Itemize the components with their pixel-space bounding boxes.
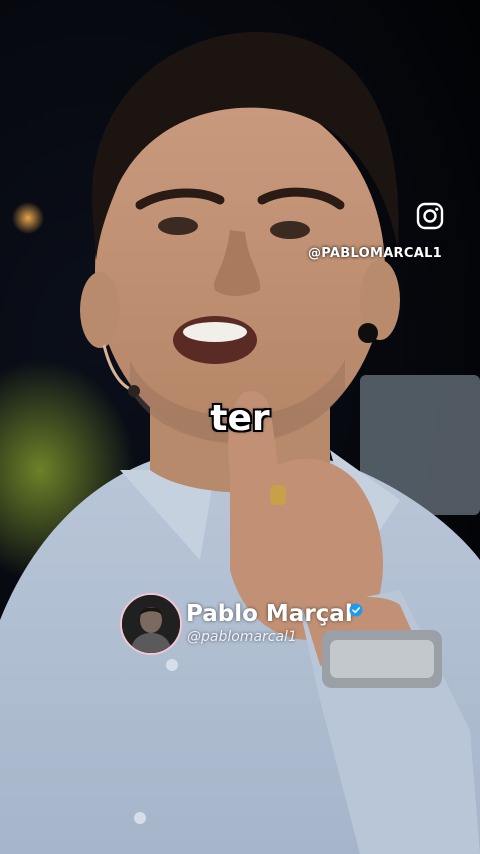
teeth: [183, 322, 247, 342]
ring: [270, 485, 286, 505]
shirt-button: [166, 659, 178, 671]
profile-handle: @pablomarcal1: [187, 629, 297, 645]
profile-name: Pablo Marçal: [186, 601, 353, 627]
video-frame: @PABLOMARCAL1 ter Pablo Marçal @pablomar…: [0, 0, 480, 854]
ear-left: [80, 272, 120, 348]
profile-badge[interactable]: Pablo Marçal @pablomarcal1: [120, 593, 390, 655]
mic-capsule: [128, 385, 140, 397]
instagram-handle: @PABLOMARCAL1: [307, 246, 442, 261]
subtitle-caption: ter: [210, 398, 270, 439]
instagram-icon: [416, 202, 444, 230]
earpiece: [358, 323, 378, 343]
bokeh-light: [12, 202, 44, 234]
verified-badge-icon: [349, 603, 363, 617]
shirt-button: [134, 812, 146, 824]
avatar-photo: [122, 595, 180, 653]
eye-right: [270, 221, 310, 239]
avatar[interactable]: [120, 593, 182, 655]
eye-left: [158, 217, 198, 235]
